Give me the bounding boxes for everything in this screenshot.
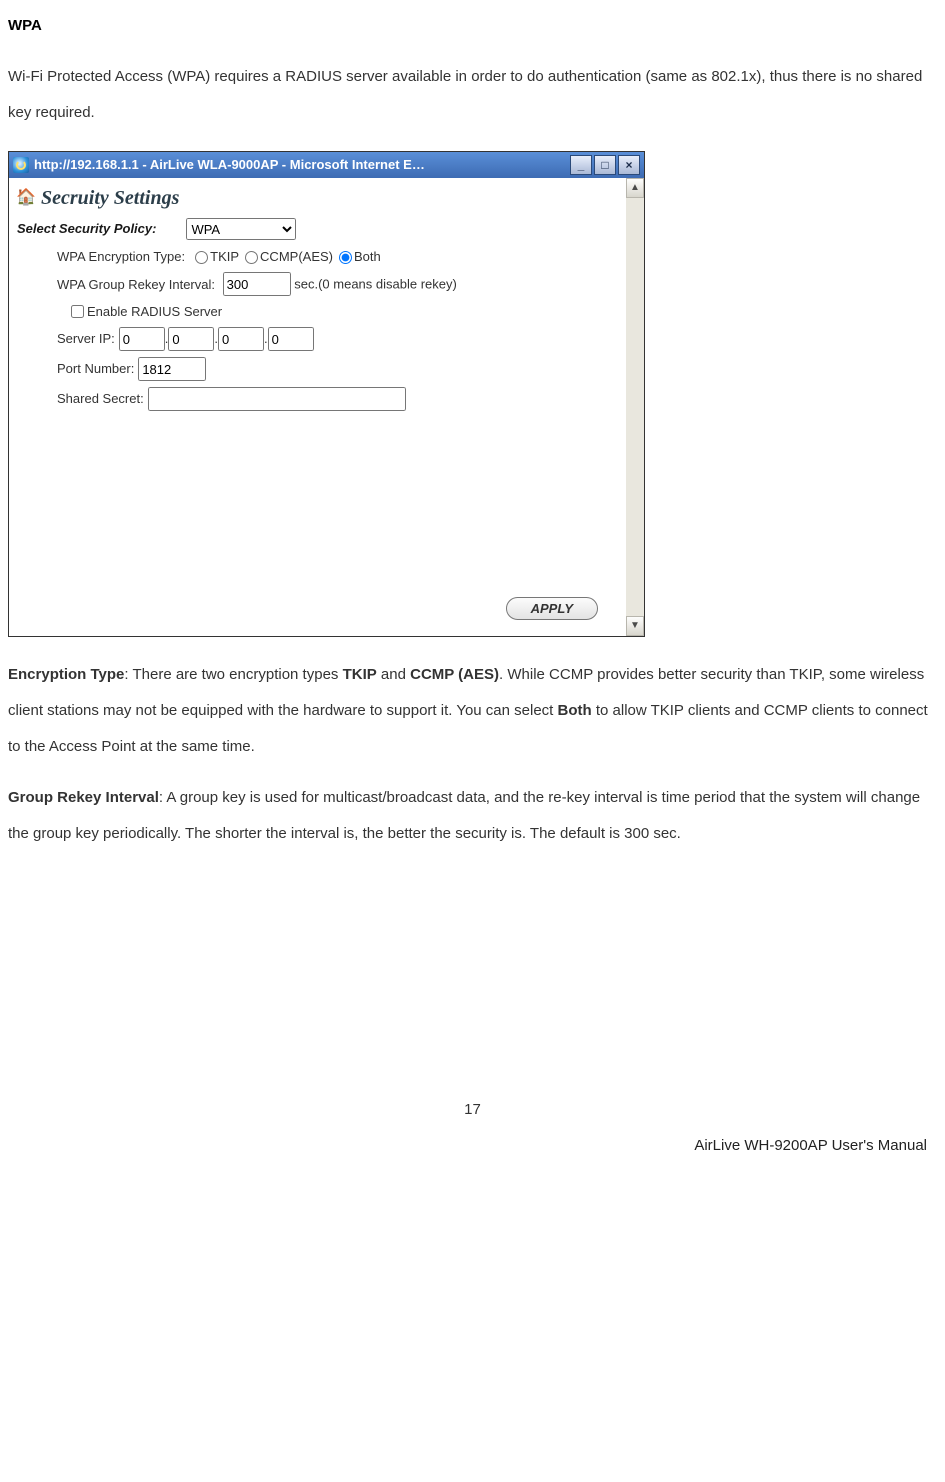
home-icon: 🏠: [17, 189, 35, 207]
apply-button[interactable]: APPLY: [506, 597, 598, 620]
close-button[interactable]: ×: [618, 155, 640, 175]
section-title-wpa: WPA: [8, 8, 937, 44]
window-titlebar: http://192.168.1.1 - AirLive WLA-9000AP …: [9, 152, 644, 178]
footer-manual-title: AirLive WH-9200AP User's Manual: [8, 1128, 937, 1164]
ip2-input[interactable]: [168, 327, 214, 351]
rekey-label: WPA Group Rekey Interval:: [57, 277, 215, 292]
security-policy-select[interactable]: WPA: [186, 218, 296, 240]
group-rekey-paragraph: Group Rekey Interval: A group key is use…: [8, 780, 937, 852]
window-title: http://192.168.1.1 - AirLive WLA-9000AP …: [34, 157, 568, 174]
security-settings-heading: Secruity Settings: [41, 184, 179, 212]
enc-text1: : There are two encryption types: [124, 666, 342, 683]
page-number: 17: [8, 1092, 937, 1128]
ip1-input[interactable]: [119, 327, 165, 351]
tkip-radio[interactable]: [195, 251, 208, 264]
secret-label: Shared Secret:: [57, 390, 144, 408]
scroll-up-icon[interactable]: ▲: [626, 178, 644, 198]
port-label: Port Number:: [57, 360, 134, 378]
rekey-suffix: sec.(0 means disable rekey): [294, 277, 457, 292]
both-bold-text: Both: [558, 702, 592, 719]
encryption-type-paragraph: Encryption Type: There are two encryptio…: [8, 657, 937, 765]
server-ip-label: Server IP:: [57, 330, 115, 348]
encryption-type-label: WPA Encryption Type:: [57, 248, 185, 266]
scrollbar[interactable]: ▲ ▼: [626, 178, 644, 636]
enable-radius-checkbox[interactable]: [71, 305, 84, 318]
ccmp-bold: CCMP (AES): [410, 666, 499, 683]
port-input[interactable]: [138, 357, 206, 381]
tkip-bold: TKIP: [343, 666, 377, 683]
ie-icon: [13, 157, 29, 173]
gri-bold: Group Rekey Interval: [8, 789, 159, 806]
ccmp-label: CCMP(AES): [260, 248, 333, 266]
scroll-down-icon[interactable]: ▼: [626, 616, 644, 636]
ccmp-radio[interactable]: [245, 251, 258, 264]
both-label: Both: [354, 248, 381, 266]
and-text: and: [377, 666, 410, 683]
secret-input[interactable]: [148, 387, 406, 411]
both-radio[interactable]: [339, 251, 352, 264]
ip3-input[interactable]: [218, 327, 264, 351]
enc-type-bold: Encryption Type: [8, 666, 124, 683]
tkip-label: TKIP: [210, 248, 239, 266]
enable-radius-label: Enable RADIUS Server: [87, 303, 222, 321]
rekey-input[interactable]: [223, 272, 291, 296]
select-policy-label: Select Security Policy:: [17, 220, 156, 238]
maximize-button[interactable]: □: [594, 155, 616, 175]
ip4-input[interactable]: [268, 327, 314, 351]
intro-paragraph: Wi-Fi Protected Access (WPA) requires a …: [8, 59, 937, 131]
security-settings-window: http://192.168.1.1 - AirLive WLA-9000AP …: [8, 151, 645, 637]
minimize-button[interactable]: _: [570, 155, 592, 175]
